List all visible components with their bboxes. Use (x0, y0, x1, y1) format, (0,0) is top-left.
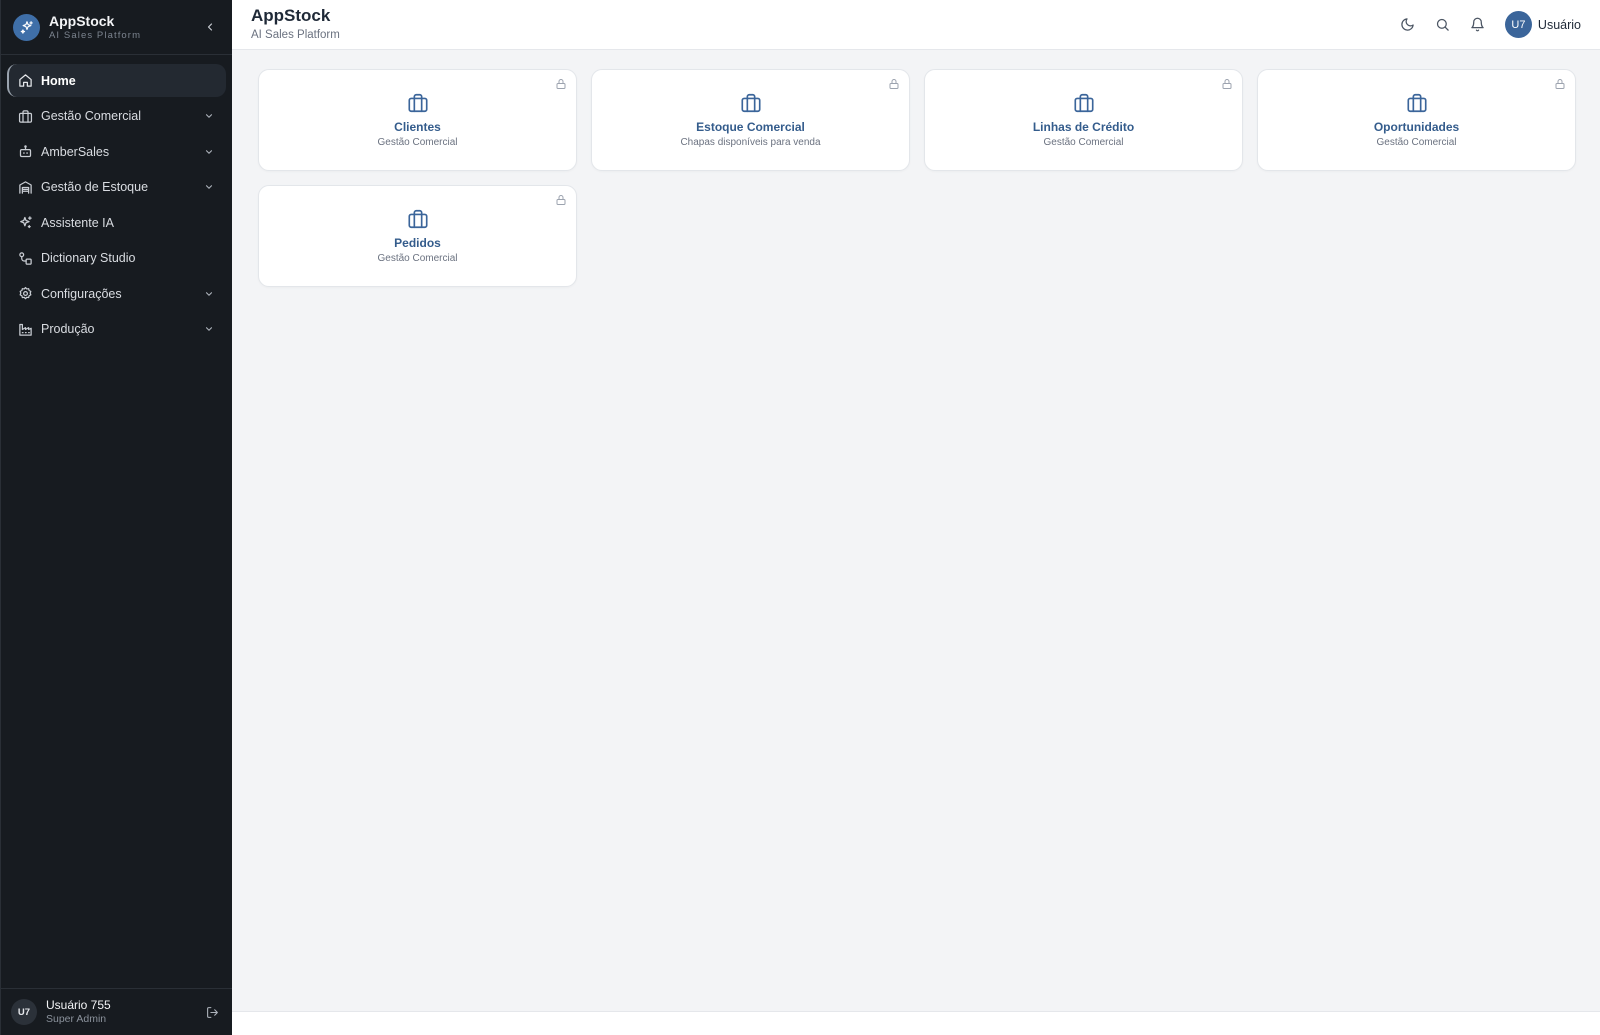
sidebar-item-label: Gestão de Estoque (41, 180, 149, 194)
warehouse-icon (17, 179, 33, 195)
sidebar-item-label: Configurações (41, 286, 122, 301)
sparkles-icon (17, 215, 33, 231)
user-menu[interactable]: U7 Usuário (1504, 11, 1581, 38)
chevron-down-icon (202, 145, 216, 159)
sidebar-user-panel: U7 Usuário 755 Super Admin (1, 988, 232, 1035)
briefcase-icon (407, 92, 429, 114)
lock-icon (1555, 79, 1565, 89)
factory-icon (17, 321, 33, 337)
module-card-linhas-de-credito[interactable]: Linhas de Crédito Gestão Comercial (924, 69, 1243, 171)
page-subtitle: AI Sales Platform (251, 29, 340, 41)
chevron-down-icon (202, 180, 216, 194)
top-header: AppStock AI Sales Platform U7 Usuário (232, 0, 1600, 50)
search-icon (1437, 18, 1450, 31)
bot-icon (17, 144, 33, 160)
footer-bar (232, 1011, 1600, 1035)
briefcase-icon (740, 92, 762, 114)
bell-icon (1471, 17, 1485, 32)
page-title: AppStock (251, 6, 331, 25)
lock-icon (556, 195, 566, 205)
brand-subtitle: AI Sales Platform (49, 29, 142, 41)
sidebar-item-home[interactable]: Home (7, 64, 226, 97)
card-subtitle: Chapas disponíveis para venda (680, 137, 821, 148)
search-button[interactable] (1430, 12, 1456, 38)
theme-toggle-button[interactable] (1395, 12, 1421, 38)
sidebar-nav: Home Gestão Comercial AmberSales Gestão … (1, 55, 232, 346)
sidebar-item-producao[interactable]: Produção (7, 313, 226, 346)
notifications-button[interactable] (1465, 12, 1491, 38)
sidebar-item-label: Produção (41, 322, 95, 336)
user-menu-label: Usuário (1537, 17, 1581, 32)
card-title: Pedidos (394, 236, 441, 250)
card-subtitle: Gestão Comercial (1043, 137, 1124, 148)
card-subtitle: Gestão Comercial (377, 253, 458, 264)
lock-icon (1222, 79, 1232, 89)
sidebar-item-label: Assistente IA (41, 215, 114, 230)
sparkles-logo-icon (13, 13, 40, 41)
avatar: U7 (11, 999, 37, 1025)
module-card-pedidos[interactable]: Pedidos Gestão Comercial (258, 185, 577, 287)
sidebar-item-label: Gestão Comercial (41, 109, 142, 123)
sidebar: AppStock AI Sales Platform Home Gestão C… (0, 0, 232, 1035)
card-title: Estoque Comercial (696, 120, 805, 134)
lock-icon (889, 79, 899, 89)
briefcase-icon (1073, 92, 1095, 114)
sidebar-item-gestao-de-estoque[interactable]: Gestão de Estoque (7, 171, 226, 204)
card-subtitle: Gestão Comercial (1376, 137, 1457, 148)
briefcase-icon (17, 108, 33, 124)
chevron-down-icon (202, 322, 216, 336)
sidebar-item-dictionary-studio[interactable]: Dictionary Studio (7, 242, 226, 275)
briefcase-icon (407, 208, 429, 230)
module-card-clientes[interactable]: Clientes Gestão Comercial (258, 69, 577, 171)
module-grid: Clientes Gestão Comercial Estoque Comerc… (258, 69, 1576, 287)
module-card-estoque-comercial[interactable]: Estoque Comercial Chapas disponíveis par… (591, 69, 910, 171)
logout-icon (206, 1006, 218, 1018)
home-icon (17, 73, 33, 89)
card-subtitle: Gestão Comercial (377, 137, 458, 148)
sidebar-item-ambersales[interactable]: AmberSales (7, 135, 226, 168)
moon-icon (1401, 18, 1415, 31)
card-title: Clientes (394, 120, 441, 134)
sidebar-item-label: Home (41, 73, 76, 88)
sidebar-item-label: Dictionary Studio (41, 251, 136, 265)
gear-icon (17, 286, 33, 302)
chevron-left-icon (207, 23, 213, 31)
sidebar-item-label: AmberSales (41, 144, 110, 159)
chevron-down-icon (202, 109, 216, 123)
module-card-oportunidades[interactable]: Oportunidades Gestão Comercial (1257, 69, 1576, 171)
briefcase-icon (1406, 92, 1428, 114)
logout-button[interactable] (202, 1002, 222, 1022)
brand-title: AppStock (49, 12, 115, 29)
chevron-down-icon (202, 287, 216, 301)
user-role: Super Admin (46, 1013, 107, 1025)
avatar: U7 (1504, 11, 1532, 38)
card-title: Linhas de Crédito (1032, 120, 1135, 134)
brand: AppStock AI Sales Platform (1, 0, 232, 55)
main-content: Clientes Gestão Comercial Estoque Comerc… (232, 50, 1600, 1011)
card-title: Oportunidades (1373, 120, 1460, 134)
lock-icon (556, 79, 566, 89)
sidebar-item-configuracoes[interactable]: Configurações (7, 277, 226, 310)
user-name: Usuário 755 (46, 998, 111, 1012)
sidebar-item-assistente-ia[interactable]: Assistente IA (7, 206, 226, 239)
sidebar-item-gestao-comercial[interactable]: Gestão Comercial (7, 100, 226, 133)
workflow-icon (17, 250, 33, 266)
collapse-sidebar-button[interactable] (200, 17, 220, 37)
